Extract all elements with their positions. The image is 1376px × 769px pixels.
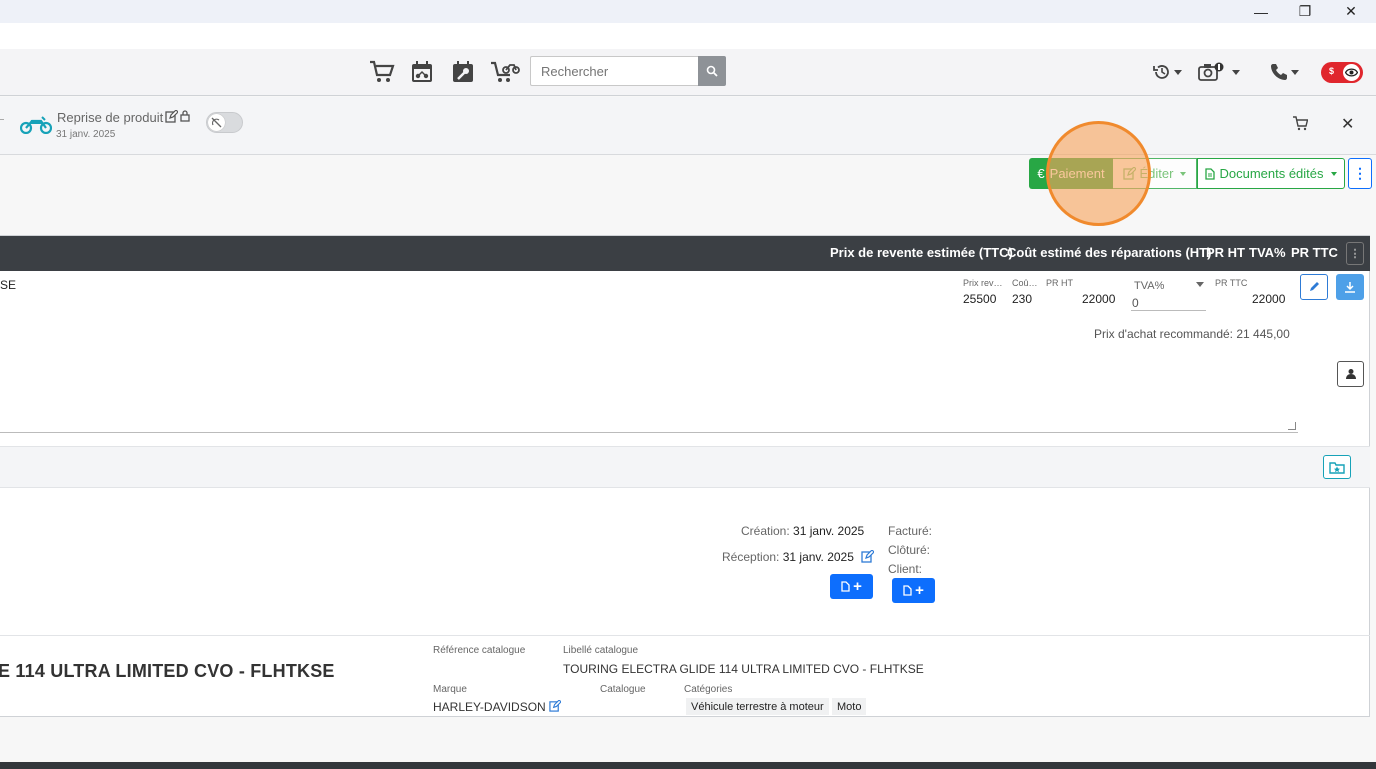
col-pr-ttc: PR TTC [1291,245,1338,260]
cart-moto-icon[interactable] [490,57,520,87]
add-document-button[interactable]: + [830,574,873,599]
table-header: Prix de revente estimée (TTC) Coût estim… [0,236,1370,271]
download-row-button[interactable] [1336,274,1364,300]
section-divider [0,635,1370,636]
pr-ht-label: PR HT [1046,278,1073,288]
record-date: 31 janv. 2025 [56,129,116,140]
recommended-price-value: 21 445,00 [1236,327,1290,341]
edit-brand-icon[interactable] [549,699,562,715]
tva-select-label: TVA% [1134,280,1165,292]
calendar-moto-icon[interactable] [407,57,437,87]
pr-ht-value[interactable]: 22000 [1082,292,1115,306]
resale-label: Prix rev… [963,278,1003,288]
row-description-fragment: SE [0,278,17,292]
camera-icon [1198,62,1224,81]
phone-dropdown[interactable] [1267,57,1301,87]
lock-icon [180,110,190,125]
resize-grip-icon[interactable] [1288,422,1296,430]
recommended-price: Prix d'achat recommandé: 21 445,00 [1094,327,1290,341]
edit-reception-icon[interactable] [861,549,875,566]
notes-textarea[interactable] [0,376,1298,433]
catalog-libelle-value: TOURING ELECTRA GLIDE 114 ULTRA LIMITED … [563,662,924,676]
column-menu-button[interactable]: ⋮ [1346,242,1364,265]
catalogue-label: Catalogue [600,684,646,695]
phone-icon [1270,64,1287,80]
record-subheader: Reprise de produit 31 janv. 2025 ✕ [0,97,1376,155]
cost-value[interactable]: 230 [1012,292,1032,306]
cart-icon[interactable] [367,57,397,87]
search-input[interactable] [530,56,698,86]
invoiced-label: Facturé: [888,524,933,538]
record-toggle[interactable] [206,112,243,133]
euro-icon: € [1037,166,1045,181]
section-band [0,446,1370,488]
history-dropdown[interactable] [1150,57,1184,87]
close-record-icon[interactable]: ✕ [1341,114,1354,134]
history-icon [1152,65,1169,79]
edit-dropdown-button[interactable]: Éditer [1113,158,1197,189]
pr-ttc-label: PR TTC [1215,278,1248,288]
categories-label: Catégories [684,684,733,695]
product-model-title: E 114 ULTRA LIMITED CVO - FLHTKSE [0,661,335,681]
price-visibility-toggle[interactable]: $ [1321,62,1363,83]
dollar-icon: $ [1329,66,1335,76]
assign-person-button[interactable] [1337,361,1364,387]
payment-button[interactable]: € Paiement [1029,158,1113,189]
col-pr-ht: PR HT [1206,245,1245,260]
more-actions-button[interactable]: ⋮ [1348,158,1372,189]
edited-documents-button[interactable]: Documents édités [1197,158,1345,189]
brand-value: HARLEY-DAVIDSON [433,700,546,714]
search-button[interactable] [698,56,726,86]
catalog-ref-label: Référence catalogue [433,645,526,656]
motorcycle-icon [19,114,53,137]
reception-date: Réception: 31 janv. 2025 [722,550,854,564]
eye-icon [1343,64,1360,81]
recommended-price-label: Prix d'achat recommandé: [1094,327,1234,341]
category-chip: Véhicule terrestre à moteur [686,698,829,715]
close-window-button[interactable]: ✕ [1328,0,1374,23]
edit-row-button[interactable] [1300,274,1328,300]
closed-label: Clôturé: [888,543,931,557]
col-tva: TVA% [1249,245,1286,260]
tva-select-value: 0 [1132,296,1139,310]
pencil-icon [1310,282,1319,291]
tva-select[interactable]: TVA% 0 [1131,278,1206,311]
client-label: Client: [888,562,923,576]
col-repair-cost: Coût estimé des réparations (HT) [1007,245,1212,260]
search-bar [530,56,726,86]
pr-ttc-value[interactable]: 22000 [1252,292,1285,306]
window-titlebar: — ❐ ✕ [0,0,1376,23]
star-folder-icon [1329,461,1345,474]
add-client-document-button[interactable]: + [892,578,935,603]
category-chip: Moto [832,698,867,715]
catalog-libelle-label: Libellé catalogue [563,645,639,656]
product-card: Prix de revente estimée (TTC) Coût estim… [0,235,1370,717]
bottom-bar [0,762,1376,769]
record-title: Reprise de produit [57,110,164,125]
download-icon [1345,282,1355,293]
resale-value[interactable]: 25500 [963,292,996,306]
window-strip [0,23,1376,49]
creation-date: Création: 31 janv. 2025 [741,524,865,538]
brand-label: Marque [433,684,467,695]
maximize-button[interactable]: ❐ [1282,0,1328,23]
record-cart-icon[interactable] [1292,116,1309,134]
wrench-calendar-icon[interactable] [448,57,478,87]
file-icon [903,585,912,596]
edit-doc-icon [1122,167,1136,180]
cost-label: Coû… [1012,278,1038,288]
file-icon [841,581,850,592]
minimize-button[interactable]: — [1238,0,1284,23]
back-chevron-icon[interactable] [0,119,4,127]
gauge-icon [208,114,225,131]
favorite-folder-button[interactable] [1323,455,1351,479]
top-navbar: $ [0,49,1376,96]
person-icon [1345,369,1356,379]
col-resale-price: Prix de revente estimée (TTC) [830,245,1013,260]
edit-icon[interactable] [165,109,179,126]
search-icon [706,65,718,77]
camera-dropdown[interactable] [1193,57,1245,87]
document-icon [1205,167,1216,180]
